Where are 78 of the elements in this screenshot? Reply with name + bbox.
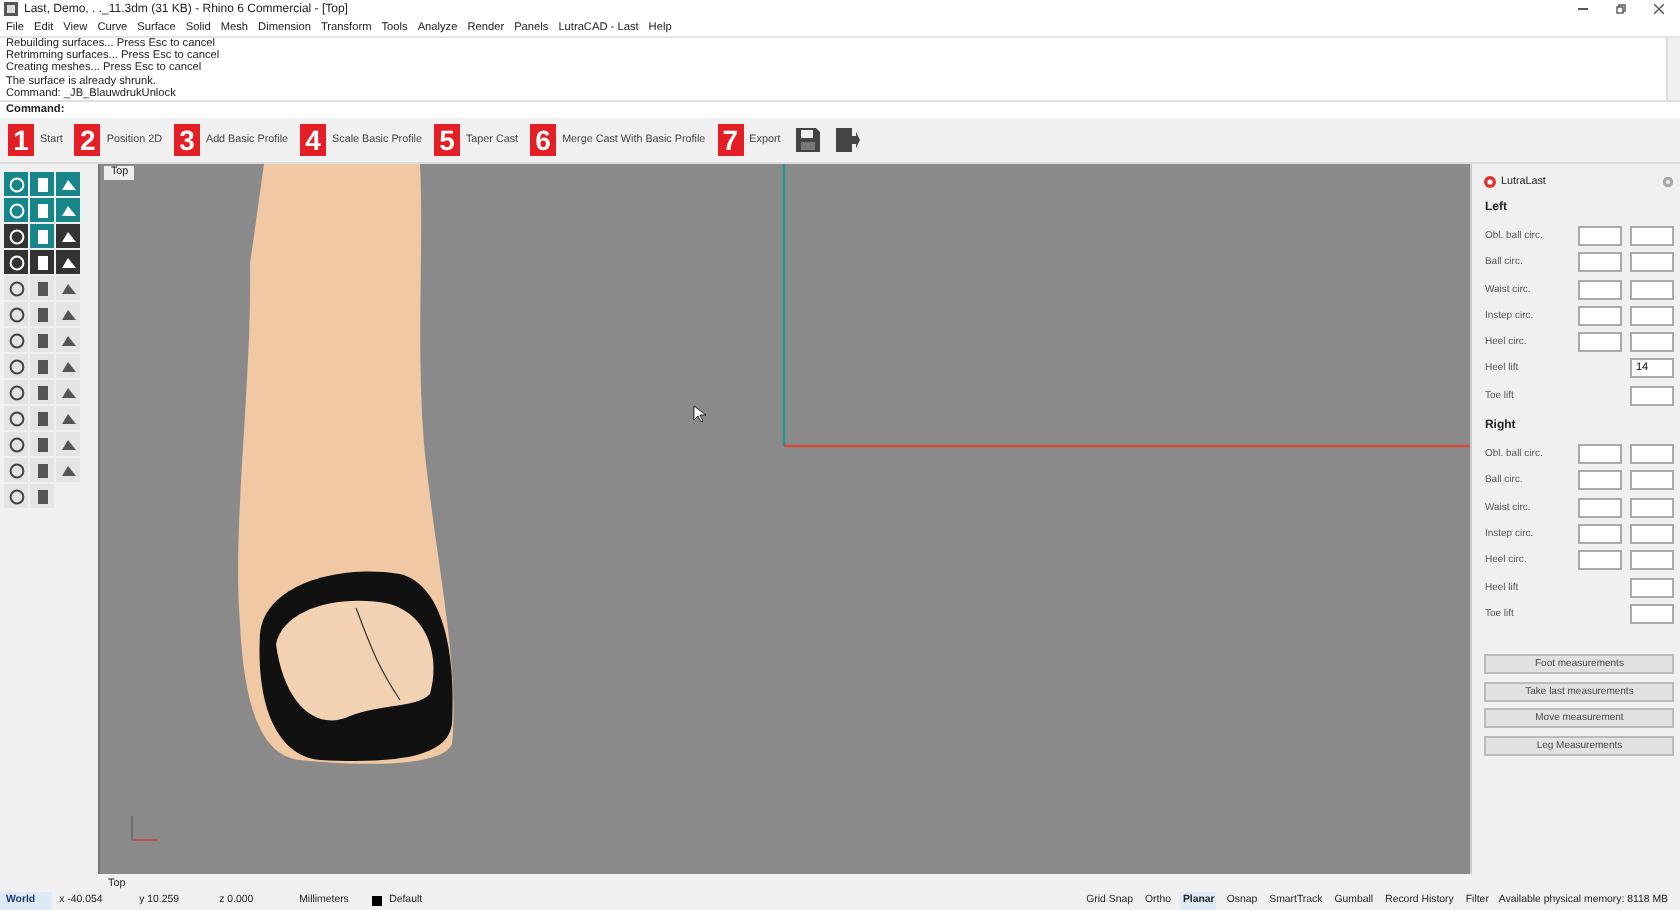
input-field[interactable] [1630,332,1674,353]
input-field[interactable] [1630,225,1674,246]
input-field[interactable] [1630,497,1674,518]
tool-button[interactable] [30,380,54,405]
input-field[interactable] [1578,225,1622,246]
input-field[interactable] [1630,385,1674,406]
circle-icon [7,305,25,324]
layer-swatch-icon [371,895,382,906]
circle-icon [7,201,25,220]
input-field[interactable] [1578,332,1622,353]
tool-button[interactable] [4,484,28,509]
input-field[interactable] [1578,252,1622,273]
mouse-cursor-icon [694,406,708,423]
tool-button[interactable] [4,380,28,405]
input-field[interactable] [1630,252,1674,273]
input-field[interactable] [1630,305,1674,326]
input-field[interactable] [1630,603,1674,624]
input-field[interactable] [1630,577,1674,597]
logo-icon [1484,175,1497,188]
circle-icon [7,383,25,402]
input-field[interactable] [1630,470,1674,491]
tool-button[interactable] [56,328,80,353]
circle-icon [7,461,25,480]
tool-button[interactable] [4,302,28,327]
tool-button[interactable] [4,432,28,457]
input-field[interactable] [1578,497,1622,518]
input-field[interactable] [1630,550,1674,571]
tool-button[interactable] [56,406,80,431]
tool-button[interactable] [30,276,54,301]
input-field[interactable] [1578,550,1622,571]
tool-button[interactable] [4,328,28,353]
tool-button[interactable] [30,406,54,431]
input-field[interactable] [1578,279,1622,300]
tool-button[interactable] [4,276,28,301]
tool-button[interactable] [56,302,80,327]
close-icon[interactable] [1654,4,1664,15]
tool-button[interactable] [56,250,80,275]
circle-icon [7,487,25,506]
input-field[interactable] [1578,523,1622,544]
minimize-icon[interactable] [1578,8,1588,11]
tool-button[interactable] [4,406,28,431]
tool-button[interactable] [4,354,28,379]
circle-icon [7,331,25,350]
tool-button[interactable] [30,328,54,353]
app-icon [4,2,18,17]
tool-button[interactable] [4,250,28,275]
circle-icon [7,409,25,428]
tool-button[interactable] [56,458,80,483]
tool-button[interactable] [30,432,54,457]
tool-button[interactable] [56,224,80,249]
circle-icon [7,227,25,246]
tool-button[interactable] [30,250,54,275]
input-field[interactable] [1630,523,1674,544]
circle-icon [7,279,25,298]
tool-button[interactable] [56,432,80,457]
circle-icon [7,175,25,194]
tool-button[interactable] [4,224,28,249]
tool-button[interactable] [30,354,54,379]
restore-icon[interactable] [1616,4,1626,15]
save-icon[interactable] [796,128,821,153]
circle-icon [7,435,25,454]
scrollbar[interactable] [1666,38,1680,101]
input-field[interactable] [1630,279,1674,300]
input-field[interactable] [1578,444,1622,465]
input-field[interactable] [1630,444,1674,465]
tool-button[interactable] [30,458,54,483]
tool-button[interactable] [30,302,54,327]
exit-icon[interactable] [836,128,861,153]
circle-icon [7,357,25,376]
tool-button[interactable] [4,458,28,483]
input-field[interactable] [1578,470,1622,491]
tool-button[interactable] [30,484,54,509]
tool-button[interactable] [56,380,80,405]
circle-icon [7,253,25,272]
tool-button[interactable] [56,276,80,301]
input-field[interactable] [1578,305,1622,326]
axis-indicator-icon [132,815,160,842]
tool-button[interactable] [56,354,80,379]
